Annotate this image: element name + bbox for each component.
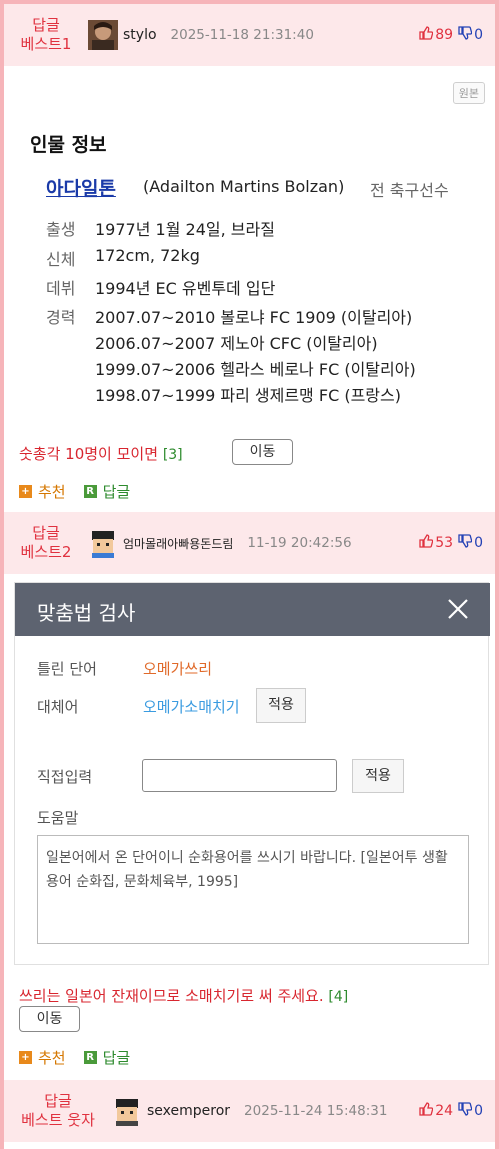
recommend-button[interactable]: + 추천 bbox=[19, 481, 66, 502]
direct-input-label: 직접입력 bbox=[37, 768, 93, 786]
best-reply-header-1: 답글 베스트1 stylo 2025-11-18 21:31:40 89 0 bbox=[4, 4, 495, 66]
close-icon[interactable] bbox=[446, 597, 470, 621]
attached-image-spellcheck: 맞춤법 검사 틀린 단어 오메가쓰리 대체어 오메가소매치기 적용 직접입력 적… bbox=[14, 582, 490, 965]
profile-row-value: 1994년 EC 유벤투데 입단 bbox=[95, 279, 276, 298]
thumbs-down-icon[interactable] bbox=[458, 26, 473, 44]
profile-row-label: 신체 bbox=[46, 250, 76, 269]
vote-box: 89 0 bbox=[419, 26, 483, 44]
comment-body: 쓰리는 일본어 잔재이므로 소매치기로 써 주세요. bbox=[19, 987, 324, 1005]
author-name[interactable]: stylo bbox=[123, 27, 157, 43]
best-badge: 답글 베스트2 bbox=[20, 524, 72, 561]
comment-text: 숫총각 10명이 모이면 [3] bbox=[19, 443, 183, 464]
profile-row-label: 데뷔 bbox=[46, 279, 76, 298]
wrong-word: 오메가쓰리 bbox=[143, 660, 213, 678]
post-date: 2025-11-18 21:31:40 bbox=[170, 27, 314, 43]
dialog-title: 맞춤법 검사 bbox=[37, 601, 136, 625]
best-badge: 답글 베스트 웃자 bbox=[21, 1092, 95, 1129]
help-label: 도움말 bbox=[37, 809, 79, 827]
best-reply-header-3: 답글 베스트 웃자 sexemperor 2025-11-24 15:48:31… bbox=[4, 1080, 495, 1142]
avatar[interactable] bbox=[88, 20, 118, 50]
upvote-count: 53 bbox=[435, 535, 454, 551]
comment-text: 쓰리는 일본어 잔재이므로 소매치기로 써 주세요. [4] bbox=[19, 985, 348, 1006]
best-reply-header-2: 답글 베스트2 엄마몰래아빠용돈드림 11-19 20:42:56 53 0 bbox=[4, 512, 495, 574]
downvote-count: 0 bbox=[474, 1103, 483, 1119]
post-actions: + 추천 R 답글 bbox=[19, 1047, 130, 1068]
thumbs-up-icon[interactable] bbox=[419, 1102, 434, 1120]
apply-substitute-button[interactable]: 적용 bbox=[256, 688, 306, 723]
author-name[interactable]: sexemperor bbox=[147, 1103, 230, 1119]
help-text-box: 일본어에서 온 단어이니 순화용어를 쓰시기 바랍니다. [일본어투 생활용어 … bbox=[37, 835, 469, 944]
profile-roman-name: (Adailton Martins Bolzan) bbox=[143, 177, 345, 196]
profile-row-value: 1998.07~1999 파리 생제르맹 FC (프랑스) bbox=[95, 386, 401, 405]
profile-row-value: 1999.07~2006 헬라스 베로나 FC (이탈리아) bbox=[95, 360, 416, 379]
reply-label: 답글 bbox=[102, 483, 131, 501]
reply-icon: R bbox=[83, 485, 97, 498]
plus-icon: + bbox=[19, 1051, 32, 1064]
original-image-button[interactable]: 원본 bbox=[452, 82, 485, 104]
thumbs-up-icon[interactable] bbox=[419, 26, 434, 44]
profile-title: 인물 정보 bbox=[30, 134, 107, 156]
profile-row-label: 출생 bbox=[46, 220, 76, 239]
profile-row-value: 1977년 1월 24일, 브라질 bbox=[95, 220, 275, 239]
vote-box: 53 0 bbox=[419, 534, 483, 552]
profile-row-label: 경력 bbox=[46, 308, 76, 327]
move-button[interactable]: 이동 bbox=[232, 439, 293, 465]
attached-image-profile: 원본 인물 정보 아다일톤 (Adailton Martins Bolzan) … bbox=[6, 68, 489, 430]
reply-count[interactable]: [4] bbox=[328, 989, 348, 1005]
reply-icon: R bbox=[83, 1051, 97, 1064]
substitute-label: 대체어 bbox=[37, 698, 79, 716]
reply-button[interactable]: R 답글 bbox=[83, 481, 131, 502]
direct-input-field[interactable] bbox=[142, 759, 337, 792]
recommend-button[interactable]: + 추천 bbox=[19, 1047, 66, 1068]
reply-label: 답글 bbox=[102, 1049, 131, 1067]
plus-icon: + bbox=[19, 485, 32, 498]
reply-button[interactable]: R 답글 bbox=[83, 1047, 131, 1068]
upvote-count: 24 bbox=[435, 1103, 454, 1119]
post-date: 2025-11-24 15:48:31 bbox=[244, 1103, 388, 1119]
profile-row-value: 2007.07~2010 볼로냐 FC 1909 (이탈리아) bbox=[95, 308, 413, 327]
author-name[interactable]: 엄마몰래아빠용돈드림 bbox=[123, 535, 233, 552]
post-date: 11-19 20:42:56 bbox=[247, 535, 352, 551]
avatar[interactable] bbox=[112, 1096, 142, 1126]
post-actions: + 추천 R 답글 bbox=[19, 481, 130, 502]
best-badge: 답글 베스트1 bbox=[20, 16, 72, 53]
profile-row-value: 2006.07~2007 제노아 CFC (이탈리아) bbox=[95, 334, 378, 353]
profile-row-value: 172cm, 72kg bbox=[95, 246, 200, 265]
substitute-word[interactable]: 오메가소매치기 bbox=[143, 696, 240, 717]
downvote-count: 0 bbox=[474, 535, 483, 551]
wrong-word-label: 틀린 단어 bbox=[37, 660, 97, 678]
reply-count[interactable]: [3] bbox=[163, 447, 183, 463]
profile-name[interactable]: 아다일톤 bbox=[46, 174, 116, 201]
avatar[interactable] bbox=[88, 528, 118, 558]
thumbs-down-icon[interactable] bbox=[458, 534, 473, 552]
apply-direct-button[interactable]: 적용 bbox=[352, 759, 404, 793]
recommend-label: 추천 bbox=[38, 1049, 66, 1067]
dialog-header: 맞춤법 검사 bbox=[15, 583, 490, 636]
move-button[interactable]: 이동 bbox=[19, 1006, 80, 1032]
downvote-count: 0 bbox=[474, 27, 483, 43]
upvote-count: 89 bbox=[435, 27, 454, 43]
vote-box: 24 0 bbox=[419, 1102, 483, 1120]
thumbs-down-icon[interactable] bbox=[458, 1102, 473, 1120]
profile-job: 전 축구선수 bbox=[370, 181, 449, 200]
thumbs-up-icon[interactable] bbox=[419, 534, 434, 552]
recommend-label: 추천 bbox=[38, 483, 66, 501]
comment-body: 숫총각 10명이 모이면 bbox=[19, 445, 159, 463]
